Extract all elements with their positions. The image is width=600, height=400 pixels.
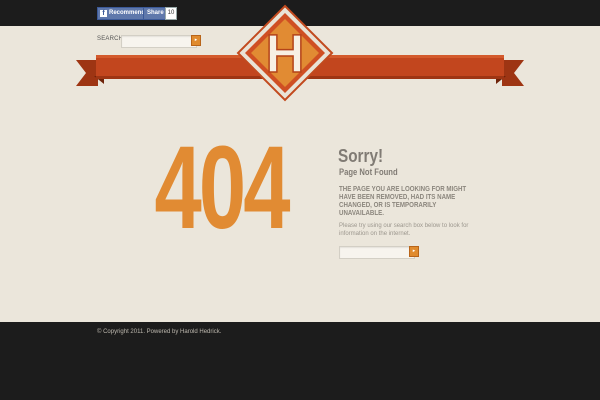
error-subheading: Page Not Found xyxy=(339,167,398,177)
error-code: 404 xyxy=(154,122,291,254)
body-search-button[interactable]: ▸ xyxy=(409,246,419,257)
copyright-text: © Copyright 2011. Powered by Harold Hedr… xyxy=(97,329,222,335)
error-message: THE PAGE YOU ARE LOOKING FOR MIGHT HAVE … xyxy=(339,186,467,217)
footer xyxy=(0,322,600,400)
error-heading: Sorry! xyxy=(338,146,384,166)
body-search-input[interactable] xyxy=(339,246,415,259)
search-hint: Please try using our search box below to… xyxy=(339,223,469,237)
logo-letter: H xyxy=(266,24,305,84)
logo-banner: H xyxy=(76,4,524,102)
